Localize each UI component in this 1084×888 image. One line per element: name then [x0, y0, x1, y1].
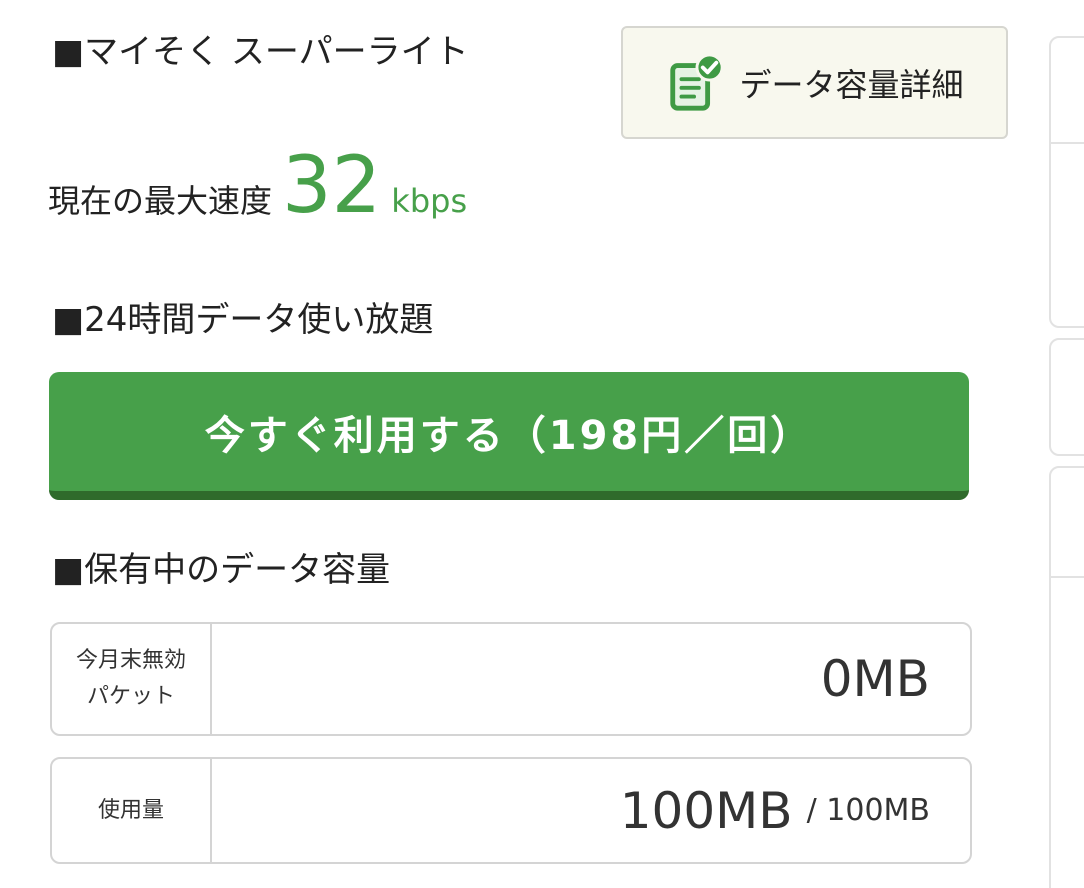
- usage-label: 使用量: [52, 759, 212, 862]
- invalid-packet-label-line1: 今月末無効: [75, 648, 186, 673]
- capacity-section-title: ■保有中のデータ容量: [52, 550, 391, 590]
- data-capacity-detail-label: データ容量詳細: [739, 65, 964, 104]
- invalid-packet-row: 今月末無効 パケット 0MB: [50, 622, 972, 736]
- usage-value: 100MB: [619, 781, 793, 840]
- invalid-packet-label-line2: パケット: [86, 684, 175, 709]
- invalid-packet-value: 0MB: [820, 650, 930, 708]
- side-panel-bottom: [1049, 466, 1084, 888]
- use-now-button[interactable]: 今すぐ利用する（198円／回）: [49, 372, 969, 500]
- max-speed-label: 現在の最大速度: [48, 182, 273, 220]
- usage-total: / 100MB: [806, 793, 930, 828]
- page: ■マイそく スーパーライト データ容量詳細 現在の最大速度 32 kbps ■2…: [0, 0, 1084, 888]
- max-speed-unit: kbps: [391, 182, 468, 220]
- max-speed-value: 32: [282, 141, 382, 231]
- plan-title: ■マイそく スーパーライト: [52, 32, 469, 72]
- invalid-packet-label: 今月末無効 パケット: [52, 624, 212, 734]
- document-check-icon: [670, 52, 725, 111]
- usage-row: 使用量 100MB / 100MB: [50, 757, 972, 864]
- usage-value-cell: 100MB / 100MB: [212, 759, 970, 862]
- side-panel-middle: [1049, 338, 1084, 456]
- unlimited-section-title: ■24時間データ使い放題: [52, 300, 434, 340]
- data-capacity-detail-button[interactable]: データ容量詳細: [621, 26, 1008, 139]
- side-panel-top: [1049, 36, 1084, 328]
- invalid-packet-value-cell: 0MB: [212, 624, 970, 734]
- max-speed: 現在の最大速度 32 kbps: [48, 146, 467, 226]
